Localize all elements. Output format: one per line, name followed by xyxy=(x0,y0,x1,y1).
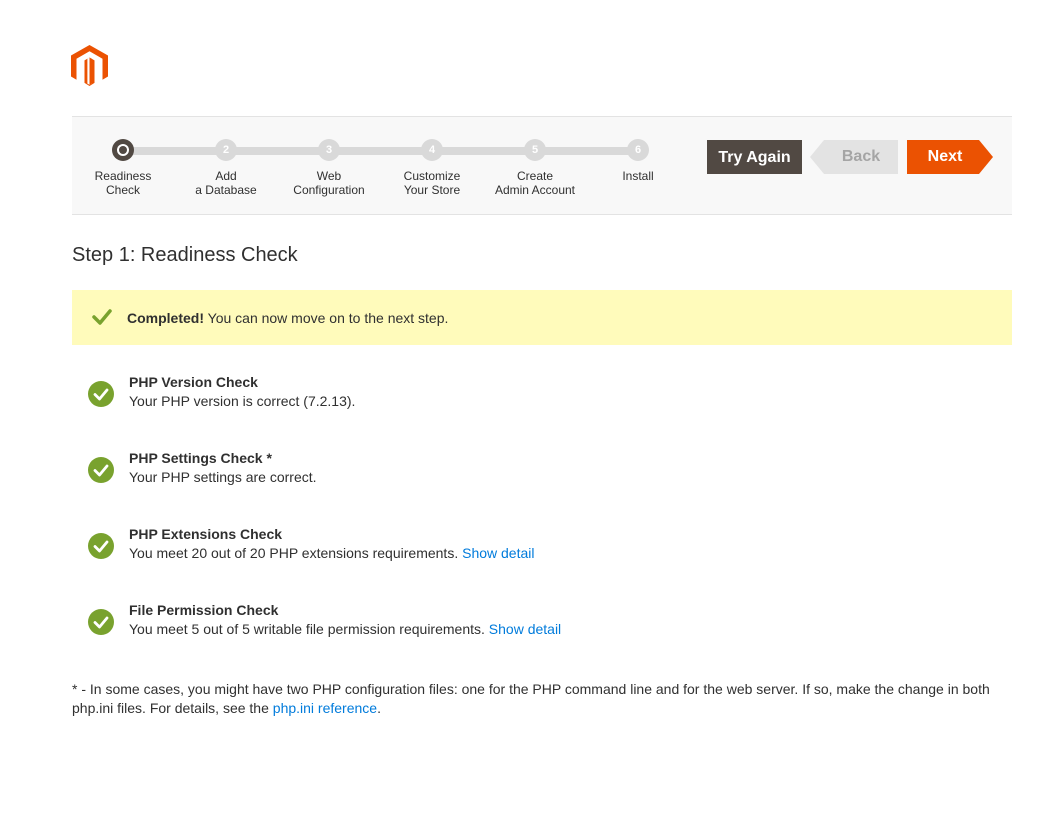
try-again-button[interactable]: Try Again xyxy=(707,140,802,174)
php-ini-reference-link[interactable]: php.ini reference xyxy=(273,700,377,716)
check-description: Your PHP settings are correct. xyxy=(129,469,317,485)
progress-track xyxy=(123,147,638,155)
show-detail-link-extensions[interactable]: Show detail xyxy=(462,545,534,561)
next-button[interactable]: Next xyxy=(907,140,993,174)
setup-wizard-page: Readiness Check 2 Add a Database 3 Web C… xyxy=(0,0,1064,827)
show-detail-link-permissions[interactable]: Show detail xyxy=(489,621,561,637)
checkmark-icon xyxy=(92,309,112,325)
step-label: Install xyxy=(622,169,654,183)
banner-message: Completed! You can now move on to the ne… xyxy=(127,310,448,326)
step-label: Add a Database xyxy=(195,169,257,197)
step-6-indicator: 6 xyxy=(627,139,649,161)
success-check-icon xyxy=(88,457,114,483)
check-title: PHP Settings Check * xyxy=(129,450,272,466)
step-1-indicator xyxy=(112,139,134,161)
success-check-icon xyxy=(88,381,114,407)
success-check-icon xyxy=(88,609,114,635)
footnote: * - In some cases, you might have two PH… xyxy=(72,681,990,716)
success-check-icon xyxy=(88,533,114,559)
check-title: PHP Version Check xyxy=(129,374,258,390)
banner-text: You can now move on to the next step. xyxy=(204,310,449,326)
step-label: Create Admin Account xyxy=(494,169,576,197)
check-title: PHP Extensions Check xyxy=(129,526,283,542)
step-label: Customize Your Store xyxy=(403,169,461,197)
magento-logo-icon xyxy=(71,45,108,86)
step-label: Readiness Check xyxy=(94,169,152,197)
check-description: You meet 5 out of 5 writable file permis… xyxy=(129,621,562,637)
banner-strong: Completed! xyxy=(127,310,204,326)
step-3-indicator: 3 xyxy=(318,139,340,161)
check-title: File Permission Check xyxy=(129,602,279,618)
check-description: You meet 20 out of 20 PHP extensions req… xyxy=(129,545,535,561)
progress-panel: Readiness Check 2 Add a Database 3 Web C… xyxy=(72,116,1012,215)
step-4-indicator: 4 xyxy=(421,139,443,161)
page-title: Step 1: Readiness Check xyxy=(72,244,298,266)
step-2-indicator: 2 xyxy=(215,139,237,161)
completed-banner: Completed! You can now move on to the ne… xyxy=(72,290,1012,345)
step-5-indicator: 5 xyxy=(524,139,546,161)
check-description: Your PHP version is correct (7.2.13). xyxy=(129,393,356,409)
back-button[interactable]: Back xyxy=(810,140,898,174)
step-label: Web Configuration xyxy=(293,169,365,197)
